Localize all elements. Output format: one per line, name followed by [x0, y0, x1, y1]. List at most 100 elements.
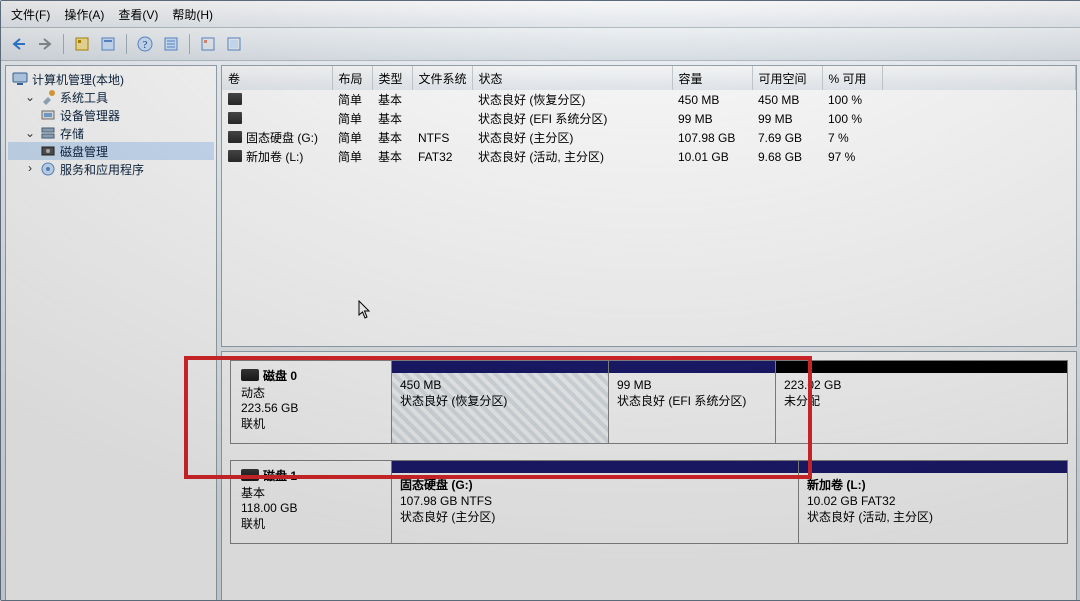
volume-cell: 10.01 GB — [672, 147, 752, 166]
collapse-icon[interactable]: ⌄ — [24, 126, 36, 141]
disk-1-kind: 基本 — [241, 484, 381, 501]
menu-view[interactable]: 查看(V) — [118, 6, 158, 23]
menu-action[interactable]: 操作(A) — [64, 6, 104, 23]
volume-cell: 99 MB — [752, 109, 822, 128]
toolbar-extra-2-button[interactable] — [222, 32, 246, 56]
volume-cell — [882, 90, 1076, 109]
tree-device-manager[interactable]: 设备管理器 — [8, 106, 214, 124]
volume-icon — [228, 112, 242, 124]
toolbar-separator — [189, 34, 190, 54]
menu-bar: 文件(F) 操作(A) 查看(V) 帮助(H) — [1, 1, 1080, 28]
partition-status: 未分配 — [784, 393, 1059, 409]
disk-1[interactable]: 磁盘 1 基本 118.00 GB 联机 固态硬盘 (G:) 107.98 GB… — [230, 460, 1068, 544]
tree-label: 服务和应用程序 — [60, 161, 144, 178]
toolbar-refresh-button[interactable] — [96, 32, 120, 56]
svg-text:?: ? — [143, 39, 148, 51]
partition-name: 固态硬盘 (G:) — [400, 477, 790, 493]
tree-label: 磁盘管理 — [60, 143, 108, 160]
volume-cell: 基本 — [372, 128, 412, 147]
expand-icon[interactable]: › — [24, 162, 36, 176]
tree-label: 设备管理器 — [60, 107, 120, 124]
disk-1-partition-2[interactable]: 新加卷 (L:) 10.02 GB FAT32 状态良好 (活动, 主分区) — [798, 461, 1067, 543]
volume-cell: 简单 — [332, 109, 372, 128]
tree-disk-management[interactable]: 磁盘管理 — [8, 142, 214, 160]
volume-cell: 新加卷 (L:) — [222, 147, 332, 166]
volume-cell: 107.98 GB — [672, 128, 752, 147]
col-spacer — [882, 66, 1076, 90]
volume-cell: 状态良好 (恢复分区) — [472, 90, 672, 109]
services-icon — [40, 161, 56, 177]
menu-help[interactable]: 帮助(H) — [172, 6, 213, 23]
disk-1-state: 联机 — [241, 515, 381, 532]
volume-row[interactable]: 简单基本状态良好 (恢复分区)450 MB450 MB100 % — [222, 90, 1076, 109]
storage-icon — [40, 125, 56, 141]
col-capacity[interactable]: 容量 — [672, 66, 752, 90]
partition-status: 状态良好 (恢复分区) — [400, 393, 600, 409]
menu-file[interactable]: 文件(F) — [11, 6, 50, 23]
partition-size: 223.02 GB — [784, 377, 1059, 393]
disk-1-partition-1[interactable]: 固态硬盘 (G:) 107.98 GB NTFS 状态良好 (主分区) — [392, 461, 798, 543]
col-type[interactable]: 类型 — [372, 66, 412, 90]
tree-root[interactable]: 计算机管理(本地) — [8, 70, 214, 88]
col-percent[interactable]: % 可用 — [822, 66, 882, 90]
volume-cell: 固态硬盘 (G:) — [222, 128, 332, 147]
collapse-icon[interactable]: ⌄ — [24, 90, 36, 105]
volume-cell: 状态良好 (活动, 主分区) — [472, 147, 672, 166]
partition-color-bar — [776, 361, 1067, 373]
tree-label: 存储 — [60, 125, 84, 142]
back-button[interactable] — [7, 32, 31, 56]
partition-status: 状态良好 (活动, 主分区) — [807, 509, 1059, 525]
volume-list-header[interactable]: 卷 布局 类型 文件系统 状态 容量 可用空间 % 可用 — [222, 66, 1076, 90]
disk-layout-panel[interactable]: 磁盘 0 动态 223.56 GB 联机 450 MB 状态良好 (恢复分区) — [221, 351, 1077, 601]
disk-0[interactable]: 磁盘 0 动态 223.56 GB 联机 450 MB 状态良好 (恢复分区) — [230, 360, 1068, 444]
disk-1-title: 磁盘 1 — [263, 469, 297, 483]
col-free[interactable]: 可用空间 — [752, 66, 822, 90]
partition-status: 状态良好 (主分区) — [400, 509, 790, 525]
volume-cell — [882, 147, 1076, 166]
tree-storage[interactable]: ⌄ 存储 — [8, 124, 214, 142]
disk-0-partition-1[interactable]: 450 MB 状态良好 (恢复分区) — [392, 361, 608, 443]
toolbar-extra-1-button[interactable] — [196, 32, 220, 56]
volume-cell — [412, 109, 472, 128]
volume-row[interactable]: 简单基本状态良好 (EFI 系统分区)99 MB99 MB100 % — [222, 109, 1076, 128]
col-filesystem[interactable]: 文件系统 — [412, 66, 472, 90]
disk-0-title: 磁盘 0 — [263, 369, 297, 383]
partition-color-bar — [609, 361, 775, 373]
toolbar-properties-button[interactable] — [70, 32, 94, 56]
partition-status: 状态良好 (EFI 系统分区) — [617, 393, 767, 409]
disk-0-partition-2[interactable]: 99 MB 状态良好 (EFI 系统分区) — [608, 361, 775, 443]
col-volume[interactable]: 卷 — [222, 66, 332, 90]
disk-icon — [241, 469, 259, 481]
volume-list[interactable]: 卷 布局 类型 文件系统 状态 容量 可用空间 % 可用 简单基本状态良好 (恢… — [221, 65, 1077, 347]
volume-icon — [228, 150, 242, 162]
volume-cell: NTFS — [412, 128, 472, 147]
disk-0-unallocated[interactable]: 223.02 GB 未分配 — [775, 361, 1067, 443]
col-status[interactable]: 状态 — [472, 66, 672, 90]
disk-0-size: 223.56 GB — [241, 401, 381, 415]
disk-0-info: 磁盘 0 动态 223.56 GB 联机 — [231, 361, 392, 443]
volume-cell — [882, 128, 1076, 147]
partition-name: 新加卷 (L:) — [807, 477, 1059, 493]
tree-system-tools[interactable]: ⌄ 系统工具 — [8, 88, 214, 106]
toolbar-list-button[interactable] — [159, 32, 183, 56]
tree-services[interactable]: › 服务和应用程序 — [8, 160, 214, 178]
disk-1-size: 118.00 GB — [241, 501, 381, 515]
volume-cell: 97 % — [822, 147, 882, 166]
volume-cell: 9.68 GB — [752, 147, 822, 166]
volume-cell: 7 % — [822, 128, 882, 147]
volume-row[interactable]: 新加卷 (L:)简单基本FAT32状态良好 (活动, 主分区)10.01 GB9… — [222, 147, 1076, 166]
volume-cell: 基本 — [372, 147, 412, 166]
toolbar-separator — [126, 34, 127, 54]
volume-cell — [222, 90, 332, 109]
volume-row[interactable]: 固态硬盘 (G:)简单基本NTFS状态良好 (主分区)107.98 GB7.69… — [222, 128, 1076, 147]
partition-color-bar — [392, 361, 608, 373]
volume-cell: 100 % — [822, 90, 882, 109]
wrench-icon — [40, 89, 56, 105]
forward-button[interactable] — [33, 32, 57, 56]
navigation-tree[interactable]: 计算机管理(本地) ⌄ 系统工具 设备管理器 ⌄ 存储 磁盘管理 › — [5, 65, 217, 601]
col-layout[interactable]: 布局 — [332, 66, 372, 90]
tree-label: 系统工具 — [60, 89, 108, 106]
toolbar-help-button[interactable]: ? — [133, 32, 157, 56]
volume-cell: 状态良好 (主分区) — [472, 128, 672, 147]
tree-label: 计算机管理(本地) — [32, 71, 124, 88]
